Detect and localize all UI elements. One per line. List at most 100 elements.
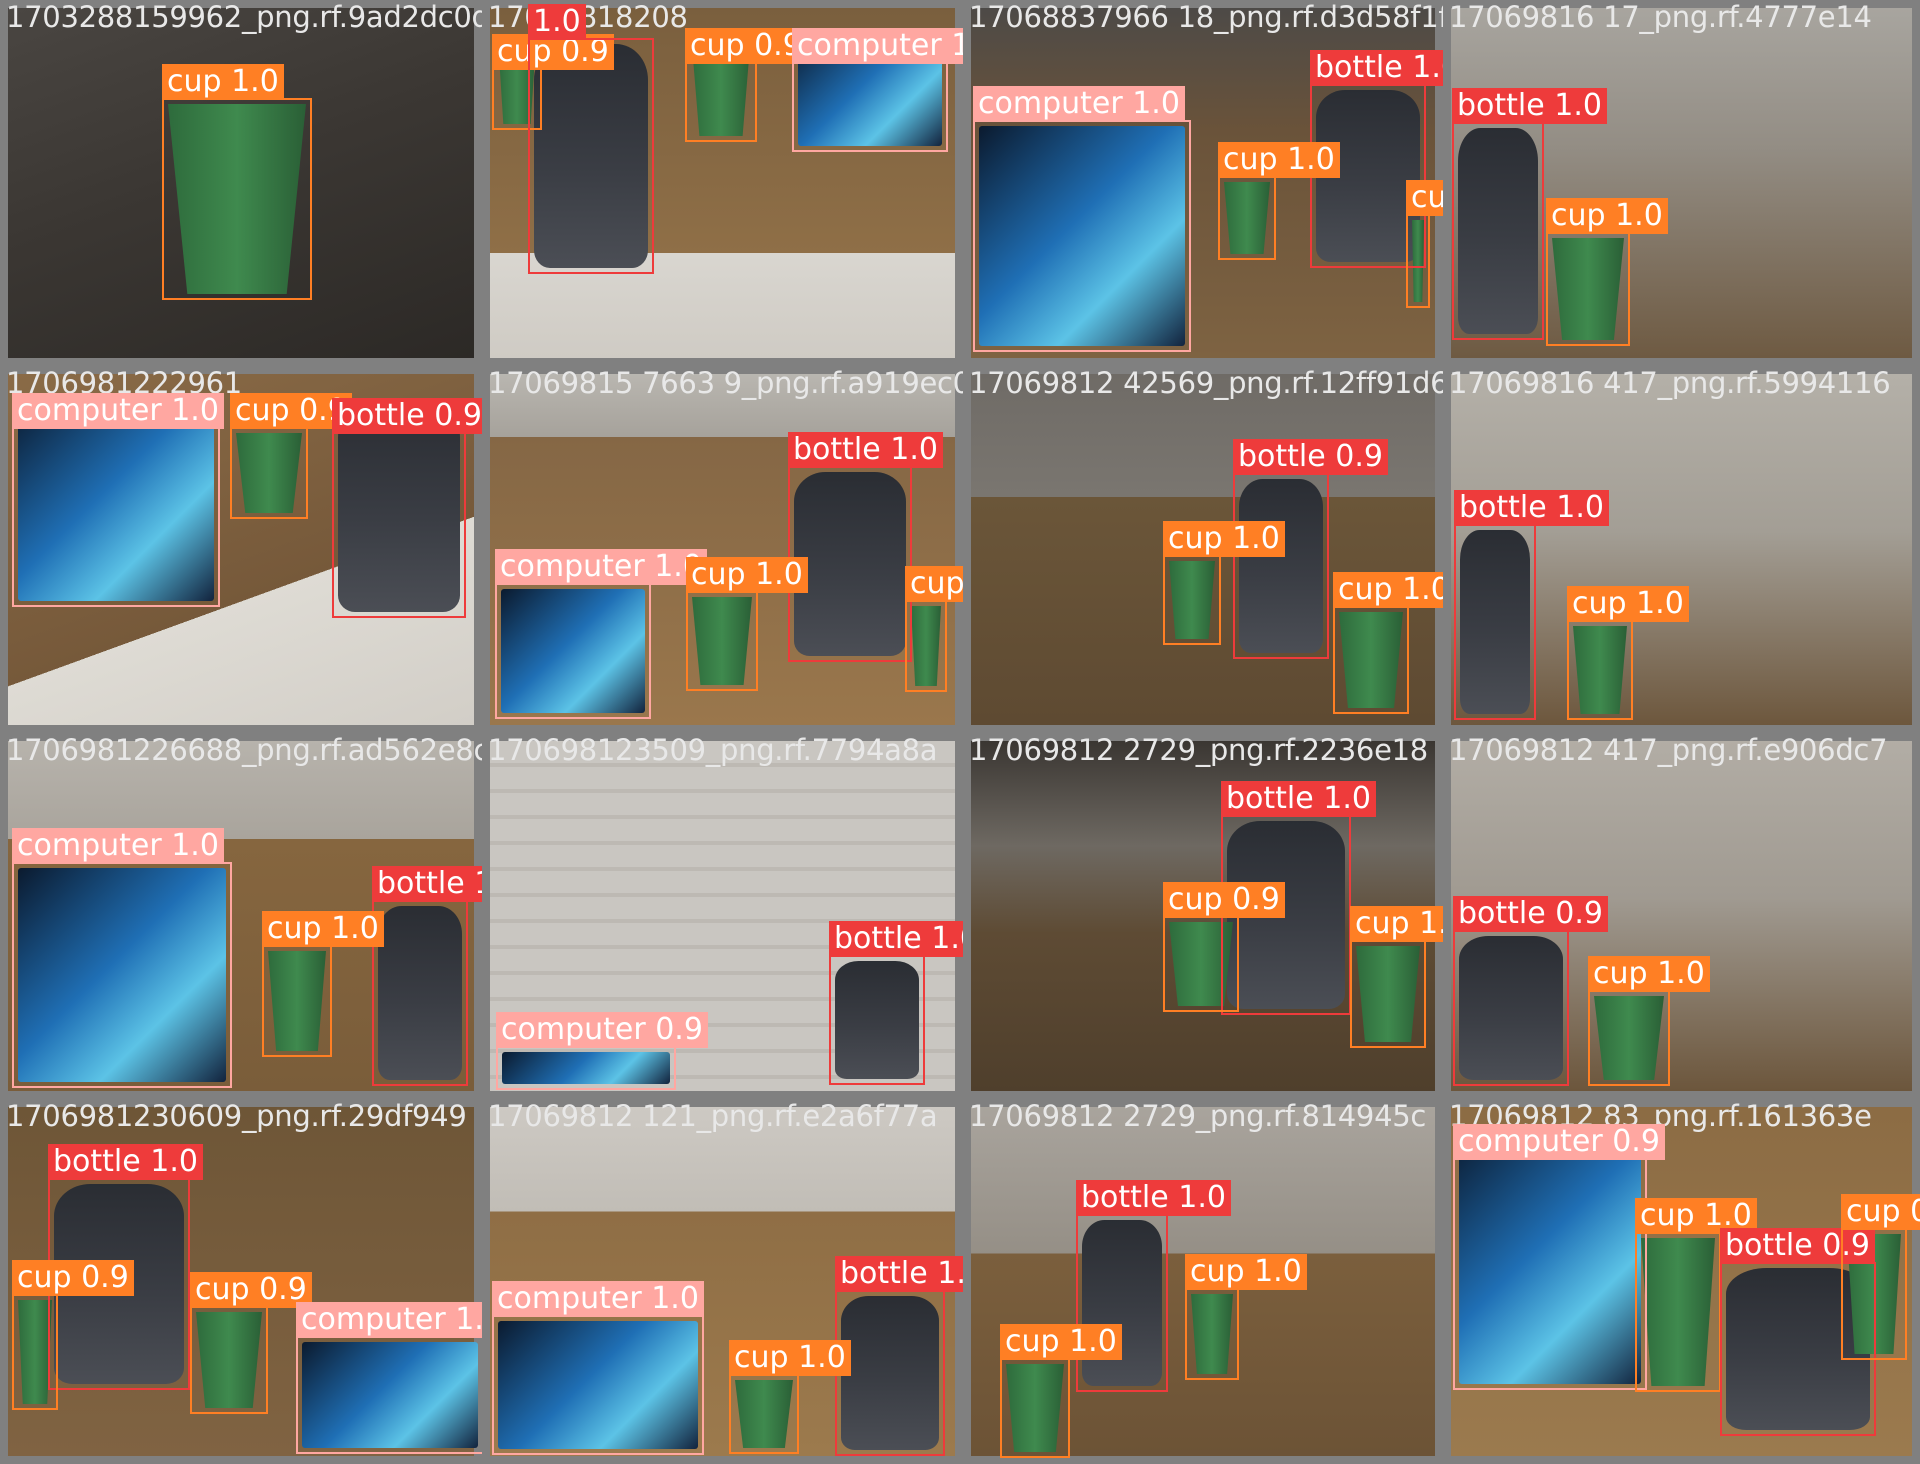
cup-detection-box: cup 0 [1841,1194,1920,1360]
detection-label: bottle 1.0 [1454,490,1609,526]
detection-label: cup 1.0 [162,64,284,100]
mosaic-tile: 17069812 121_png.rf.e2a6f77a computer 1.0… [482,1099,963,1464]
detection-label: cup 0.9 [685,28,807,64]
cup-detection-box: cup 1.0 [905,566,963,692]
tile-filename: 1703288159962_png.rf.9ad2dc0d [6,0,482,34]
detection-label: cup 0.9 [1406,180,1443,216]
bottle-detection-box: bottle 1.0 [1452,88,1607,340]
mosaic-tile: 170698123509_png.rf.7794a8abottle 1.0 com… [482,733,963,1099]
detection-label: computer 1.0 [492,1281,704,1317]
detection-label: cup 1.0 [1333,572,1443,608]
computer-detection-box: computer 1.0 [12,393,224,607]
cup-detection-box: cup 1.0 [686,557,808,691]
bottle-detection-box: bottle 1.0 [372,866,482,1086]
detection-label: computer 1.0 [495,549,707,585]
detection-label: cup 1.0 [729,1340,851,1376]
tile-filename: 1706981226688_png.rf.ad562e8c [6,733,482,767]
cup-detection-box: cup 1.0 [729,1340,851,1454]
mosaic-tile: 17069816 417_png.rf.5994116bottle 1.0 cup… [1443,366,1920,733]
cup-detection-box: cup 1.0 [1185,1254,1307,1380]
detection-label: computer 1.0 [296,1302,482,1338]
mosaic-tile: 17069816 17_png.rf.4777e14bottle 1.0 cup … [1443,0,1920,366]
mosaic-tile: 1706981230609_png.rf.29df949 bottle 1.0 cu… [0,1099,482,1464]
cup-detection-box: cup 0.9 [685,28,807,142]
cup-detection-box: cup 1.0 [1635,1198,1757,1392]
computer-detection-box: computer 1.0 [492,1281,704,1455]
detection-label: cup 1.0 [1546,198,1668,234]
detection-label: cup 1.0 [1000,1324,1122,1360]
bottle-detection-box: bottle 1.0 [829,921,963,1085]
detection-label: computer 0.9 [496,1012,708,1048]
cup-detection-box: cup 1.0 [1567,586,1689,720]
computer-detection-box: computer 1.0 [296,1302,482,1454]
mosaic-tile: 17069812 83_png.rf.161363e computer 0.9 cu… [1443,1099,1920,1464]
detection-label: computer 1.0 [973,86,1185,122]
bottle-detection-box: bottle 1.0 [1454,490,1609,720]
detection-label: cup 1.0 [262,911,384,947]
tile-filename: 17069812 2729_png.rf.2236e18 [969,733,1428,767]
cup-detection-box: cup 0.9 [12,1260,134,1410]
mosaic-tile: 17069812 42569_png.rf.12ff91d6 bottle 0.9… [963,366,1443,733]
mosaic-tile: 17069812 417_png.rf.e906dc7bottle 0.9 cup… [1443,733,1920,1099]
detection-label: computer 1.0 [12,828,224,864]
bottle-detection-box: bottle 1.0 [835,1256,963,1456]
detection-label: cup 0.9 [190,1272,312,1308]
detection-label: cup 1.0 [1588,956,1710,992]
detection-label: cup 1.0 [1350,906,1443,942]
detection-label: bottle 1.0 [1076,1180,1231,1216]
detection-label: bottle 1.0 [372,866,482,902]
detection-label: bottle 1.0 [48,1144,203,1180]
tile-filename: 17069812 2729_png.rf.814945c [969,1099,1427,1133]
mosaic-tile: 1706981222961 computer 1.0 cup 0.9 bottle 0… [0,366,482,733]
cup-detection-box: cup 1.0 [1163,521,1285,645]
computer-detection-box: computer 0.9 [1453,1124,1665,1390]
mosaic-grid: 1703288159962_png.rf.9ad2dc0d cup 1.0 1706… [0,0,1920,1464]
mosaic-tile: 1706981226688_png.rf.ad562e8c computer 1.… [0,733,482,1099]
cup-detection-box: cup 1.0 [1350,906,1443,1048]
computer-detection-box: computer 1.0 [973,86,1191,352]
mosaic-tile: 17069812 2729_png.rf.2236e18bottle 1.0 cu… [963,733,1443,1099]
cup-detection-box: cup 1.0 [162,64,312,300]
detection-label: cup 1.0 [1163,521,1285,557]
tile-filename: 170698123509_png.rf.7794a8a [488,733,938,767]
mosaic-tile: 1703288159962_png.rf.9ad2dc0dcup 1.0 [0,0,482,366]
tile-filename: 17069816 17_png.rf.4777e14 [1449,0,1872,34]
detection-label: bottle 1.0 [829,921,963,957]
detection-label: bottle 1.0 [1221,781,1376,817]
bottle-detection-box: bottle 0.9 [1233,439,1388,659]
tile-filename: 17069812 417_png.rf.e906dc7 [1449,733,1888,767]
bottle-detection-box: 1.0 [528,4,654,274]
detection-label: cup 0 [1841,1194,1920,1230]
detection-label: cup 1.0 [1185,1254,1307,1290]
tile-filename: 17069816 417_png.rf.5994116 [1449,366,1891,400]
cup-detection-box: cup 0.9 [230,393,352,519]
detection-label: bottle 1.0 [1310,50,1443,86]
detection-label: cup 1.0 [905,566,963,602]
cup-detection-box: cup 1.0 [262,911,384,1057]
bottle-detection-box: bottle 0.9 [1453,896,1608,1086]
detection-label: bottle 1.0 [788,432,943,468]
cup-detection-box: cup 1.0 [1546,198,1668,346]
detection-label: bottle 1.0 [835,1256,963,1292]
mosaic-tile: 17068837966 18_png.rf.d3d58f1f computer 1… [963,0,1443,366]
detection-label: computer 0.9 [1453,1124,1665,1160]
computer-detection-box: computer 1.0 [495,549,707,719]
bottle-detection-box: bottle 1.0 [1076,1180,1231,1392]
detection-label: bottle 0.9 [1233,439,1388,475]
cup-detection-box: cup 0.9 [1406,180,1443,308]
tile-filename: 17069812 121_png.rf.e2a6f77a [488,1099,938,1133]
mosaic-tile: 17069812 2729_png.rf.814945cbottle 1.0 cu… [963,1099,1443,1464]
tile-filename: 17069815 7663 9_png.rf.a919ec0 [488,366,963,400]
cup-detection-box: cup 1.0 [1588,956,1710,1086]
computer-detection-box: computer 0.9 [496,1012,708,1090]
tile-filename: 17068837966 18_png.rf.d3d58f1f [969,0,1443,34]
detection-label: cup 0.9 [1163,882,1285,918]
bottle-detection-box: bottle 0.9 [332,398,482,618]
detection-label: computer 1.0 [792,28,963,64]
tile-filename: 17069818208 [488,0,688,34]
cup-detection-box: cup 0.9 [1163,882,1285,1012]
detection-label: cup 1.0 [1218,142,1340,178]
detection-label: cup 0.9 [12,1260,134,1296]
cup-detection-box: cup 1.0 [1000,1324,1122,1458]
detection-label: 1.0 [528,4,586,40]
